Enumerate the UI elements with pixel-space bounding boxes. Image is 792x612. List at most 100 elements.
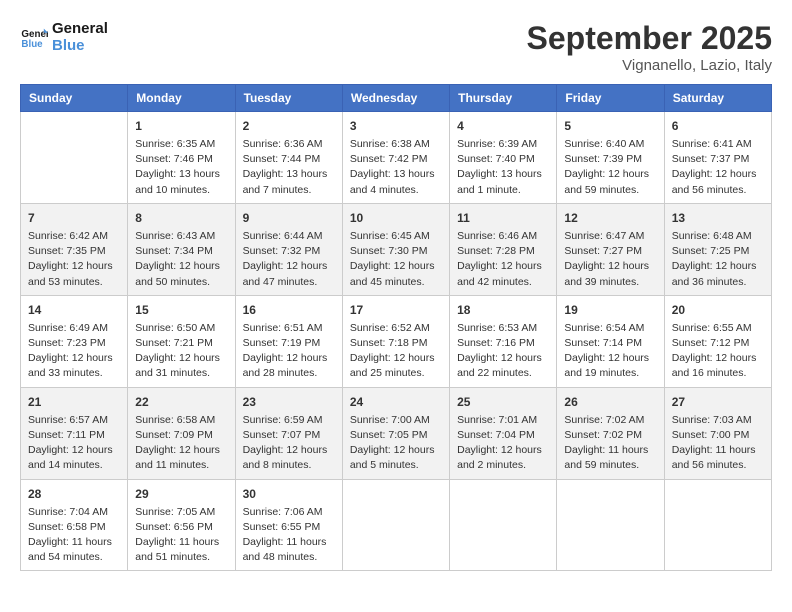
header-wednesday: Wednesday bbox=[342, 85, 449, 112]
day-info: Sunrise: 6:41 AMSunset: 7:37 PMDaylight:… bbox=[672, 137, 764, 198]
day-info: Sunrise: 7:05 AMSunset: 6:56 PMDaylight:… bbox=[135, 505, 227, 566]
day-number: 13 bbox=[672, 209, 764, 227]
day-number: 7 bbox=[28, 209, 120, 227]
calendar-cell bbox=[557, 479, 664, 571]
calendar-cell: 8 Sunrise: 6:43 AMSunset: 7:34 PMDaylight… bbox=[128, 203, 235, 295]
calendar-cell: 20 Sunrise: 6:55 AMSunset: 7:12 PMDayligh… bbox=[664, 295, 771, 387]
day-info: Sunrise: 6:50 AMSunset: 7:21 PMDaylight:… bbox=[135, 321, 227, 382]
calendar-cell: 11 Sunrise: 6:46 AMSunset: 7:28 PMDayligh… bbox=[450, 203, 557, 295]
calendar-cell: 4 Sunrise: 6:39 AMSunset: 7:40 PMDaylight… bbox=[450, 112, 557, 204]
calendar-cell: 22Sunrise: 6:58 AMSunset: 7:09 PMDayligh… bbox=[128, 387, 235, 479]
day-number: 10 bbox=[350, 209, 442, 227]
calendar-cell: 30Sunrise: 7:06 AMSunset: 6:55 PMDayligh… bbox=[235, 479, 342, 571]
calendar-cell: 12 Sunrise: 6:47 AMSunset: 7:27 PMDayligh… bbox=[557, 203, 664, 295]
day-number: 26 bbox=[564, 393, 656, 411]
day-number: 19 bbox=[564, 301, 656, 319]
day-info: Sunrise: 6:38 AMSunset: 7:42 PMDaylight:… bbox=[350, 137, 442, 198]
day-info: Sunrise: 7:03 AMSunset: 7:00 PMDaylight:… bbox=[672, 413, 764, 474]
day-number: 15 bbox=[135, 301, 227, 319]
header-tuesday: Tuesday bbox=[235, 85, 342, 112]
calendar-cell: 18 Sunrise: 6:53 AMSunset: 7:16 PMDayligh… bbox=[450, 295, 557, 387]
calendar-cell: 14Sunrise: 6:49 AMSunset: 7:23 PMDayligh… bbox=[21, 295, 128, 387]
day-info: Sunrise: 7:06 AMSunset: 6:55 PMDaylight:… bbox=[243, 505, 335, 566]
day-info: Sunrise: 6:45 AMSunset: 7:30 PMDaylight:… bbox=[350, 229, 442, 290]
calendar-cell: 23 Sunrise: 6:59 AMSunset: 7:07 PMDayligh… bbox=[235, 387, 342, 479]
day-number: 11 bbox=[457, 209, 549, 227]
calendar-header-row: SundayMondayTuesdayWednesdayThursdayFrid… bbox=[21, 85, 772, 112]
day-info: Sunrise: 6:35 AMSunset: 7:46 PMDaylight:… bbox=[135, 137, 227, 198]
calendar-cell bbox=[342, 479, 449, 571]
day-info: Sunrise: 6:55 AMSunset: 7:12 PMDaylight:… bbox=[672, 321, 764, 382]
logo-line1: General bbox=[52, 20, 108, 37]
calendar-cell: 27Sunrise: 7:03 AMSunset: 7:00 PMDayligh… bbox=[664, 387, 771, 479]
header-friday: Friday bbox=[557, 85, 664, 112]
logo: General Blue General Blue bbox=[20, 20, 108, 54]
day-info: Sunrise: 7:01 AMSunset: 7:04 PMDaylight:… bbox=[457, 413, 549, 474]
calendar-cell: 17 Sunrise: 6:52 AMSunset: 7:18 PMDayligh… bbox=[342, 295, 449, 387]
month-title: September 2025 bbox=[527, 20, 772, 57]
day-info: Sunrise: 6:46 AMSunset: 7:28 PMDaylight:… bbox=[457, 229, 549, 290]
page-header: General Blue General Blue September 2025… bbox=[20, 20, 772, 74]
day-number: 12 bbox=[564, 209, 656, 227]
day-number: 21 bbox=[28, 393, 120, 411]
calendar-cell: 24 Sunrise: 7:00 AMSunset: 7:05 PMDayligh… bbox=[342, 387, 449, 479]
calendar-cell: 26Sunrise: 7:02 AMSunset: 7:02 PMDayligh… bbox=[557, 387, 664, 479]
week-row-1: 1Sunrise: 6:35 AMSunset: 7:46 PMDaylight… bbox=[21, 112, 772, 204]
calendar-cell: 9 Sunrise: 6:44 AMSunset: 7:32 PMDaylight… bbox=[235, 203, 342, 295]
calendar-cell: 10 Sunrise: 6:45 AMSunset: 7:30 PMDayligh… bbox=[342, 203, 449, 295]
calendar-cell: 29 Sunrise: 7:05 AMSunset: 6:56 PMDayligh… bbox=[128, 479, 235, 571]
day-info: Sunrise: 6:43 AMSunset: 7:34 PMDaylight:… bbox=[135, 229, 227, 290]
day-number: 6 bbox=[672, 117, 764, 135]
calendar-cell: 7 Sunrise: 6:42 AMSunset: 7:35 PMDaylight… bbox=[21, 203, 128, 295]
day-number: 17 bbox=[350, 301, 442, 319]
week-row-4: 21Sunrise: 6:57 AMSunset: 7:11 PMDayligh… bbox=[21, 387, 772, 479]
day-info: Sunrise: 7:00 AMSunset: 7:05 PMDaylight:… bbox=[350, 413, 442, 474]
day-number: 29 bbox=[135, 485, 227, 503]
day-info: Sunrise: 6:52 AMSunset: 7:18 PMDaylight:… bbox=[350, 321, 442, 382]
day-info: Sunrise: 6:36 AMSunset: 7:44 PMDaylight:… bbox=[243, 137, 335, 198]
day-info: Sunrise: 6:44 AMSunset: 7:32 PMDaylight:… bbox=[243, 229, 335, 290]
day-number: 8 bbox=[135, 209, 227, 227]
day-number: 22 bbox=[135, 393, 227, 411]
day-number: 16 bbox=[243, 301, 335, 319]
day-info: Sunrise: 6:48 AMSunset: 7:25 PMDaylight:… bbox=[672, 229, 764, 290]
day-info: Sunrise: 6:49 AMSunset: 7:23 PMDaylight:… bbox=[28, 321, 120, 382]
header-saturday: Saturday bbox=[664, 85, 771, 112]
day-info: Sunrise: 6:51 AMSunset: 7:19 PMDaylight:… bbox=[243, 321, 335, 382]
day-info: Sunrise: 6:39 AMSunset: 7:40 PMDaylight:… bbox=[457, 137, 549, 198]
day-number: 18 bbox=[457, 301, 549, 319]
calendar-cell: 3 Sunrise: 6:38 AMSunset: 7:42 PMDaylight… bbox=[342, 112, 449, 204]
day-info: Sunrise: 6:40 AMSunset: 7:39 PMDaylight:… bbox=[564, 137, 656, 198]
day-info: Sunrise: 6:47 AMSunset: 7:27 PMDaylight:… bbox=[564, 229, 656, 290]
day-number: 20 bbox=[672, 301, 764, 319]
week-row-2: 7 Sunrise: 6:42 AMSunset: 7:35 PMDaylight… bbox=[21, 203, 772, 295]
day-number: 2 bbox=[243, 117, 335, 135]
calendar-cell bbox=[21, 112, 128, 204]
logo-line2: Blue bbox=[52, 37, 108, 54]
calendar-cell: 28 Sunrise: 7:04 AMSunset: 6:58 PMDayligh… bbox=[21, 479, 128, 571]
day-info: Sunrise: 6:59 AMSunset: 7:07 PMDaylight:… bbox=[243, 413, 335, 474]
day-number: 5 bbox=[564, 117, 656, 135]
calendar-cell: 13 Sunrise: 6:48 AMSunset: 7:25 PMDayligh… bbox=[664, 203, 771, 295]
header-monday: Monday bbox=[128, 85, 235, 112]
header-sunday: Sunday bbox=[21, 85, 128, 112]
calendar-cell: 19 Sunrise: 6:54 AMSunset: 7:14 PMDayligh… bbox=[557, 295, 664, 387]
day-number: 9 bbox=[243, 209, 335, 227]
day-info: Sunrise: 7:04 AMSunset: 6:58 PMDaylight:… bbox=[28, 505, 120, 566]
day-number: 24 bbox=[350, 393, 442, 411]
calendar-table: SundayMondayTuesdayWednesdayThursdayFrid… bbox=[20, 84, 772, 571]
day-number: 4 bbox=[457, 117, 549, 135]
day-info: Sunrise: 6:54 AMSunset: 7:14 PMDaylight:… bbox=[564, 321, 656, 382]
day-number: 23 bbox=[243, 393, 335, 411]
day-info: Sunrise: 6:42 AMSunset: 7:35 PMDaylight:… bbox=[28, 229, 120, 290]
calendar-cell bbox=[664, 479, 771, 571]
day-number: 25 bbox=[457, 393, 549, 411]
calendar-cell: 1Sunrise: 6:35 AMSunset: 7:46 PMDaylight… bbox=[128, 112, 235, 204]
title-block: September 2025 Vignanello, Lazio, Italy bbox=[527, 20, 772, 74]
location: Vignanello, Lazio, Italy bbox=[527, 57, 772, 74]
day-number: 28 bbox=[28, 485, 120, 503]
day-info: Sunrise: 6:53 AMSunset: 7:16 PMDaylight:… bbox=[457, 321, 549, 382]
calendar-cell: 16 Sunrise: 6:51 AMSunset: 7:19 PMDayligh… bbox=[235, 295, 342, 387]
day-number: 3 bbox=[350, 117, 442, 135]
week-row-3: 14Sunrise: 6:49 AMSunset: 7:23 PMDayligh… bbox=[21, 295, 772, 387]
